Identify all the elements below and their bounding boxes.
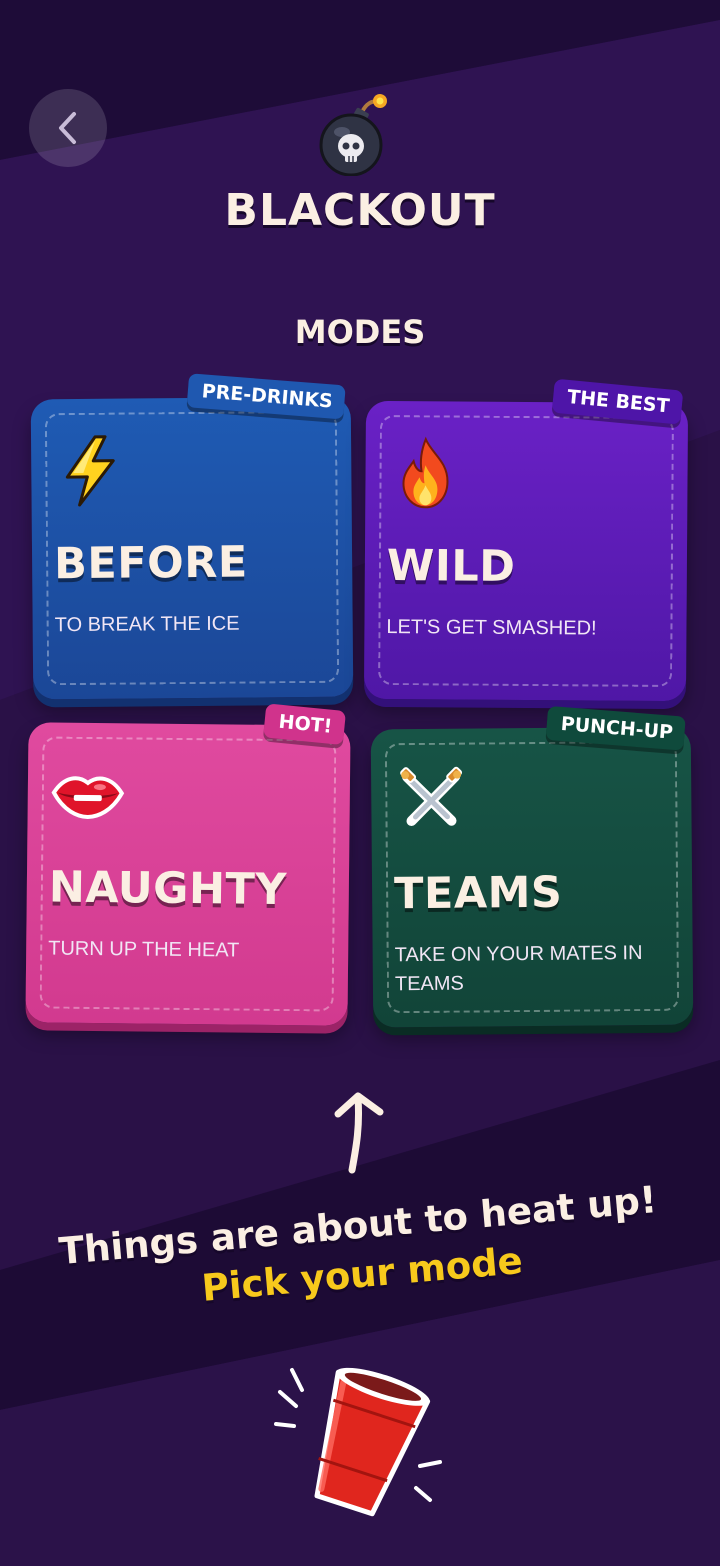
fire-icon xyxy=(402,436,449,509)
lips-icon xyxy=(51,776,125,819)
mode-description: LET'S GET SMASHED! xyxy=(386,616,597,640)
lightning-icon xyxy=(65,435,115,507)
crossed-swords-icon xyxy=(400,766,463,827)
mode-name: BEFORE xyxy=(53,537,248,590)
mode-badge: HOT! xyxy=(263,703,347,746)
mode-name: NAUGHTY xyxy=(48,862,288,916)
curved-arrow-up-icon xyxy=(334,1092,384,1174)
mode-name: WILD xyxy=(386,541,516,592)
red-cup-icon xyxy=(274,1367,442,1517)
mode-card-naughty[interactable]: HOT! NAUGHTY TURN UP THE HEAT xyxy=(25,703,351,1026)
bomb-skull-icon xyxy=(319,94,387,176)
mode-description: TO BREAK THE ICE xyxy=(54,612,240,637)
back-button[interactable] xyxy=(29,89,107,167)
mode-card-before[interactable]: PRE-DRINKS BEFORE TO BREAK THE ICE xyxy=(30,373,354,700)
mode-description: TURN UP THE HEAT xyxy=(48,937,240,962)
mode-card-wild[interactable]: THE BEST WILD LET'S GET SMASHED! xyxy=(363,378,689,702)
mode-name: TEAMS xyxy=(393,867,563,920)
mode-card-teams[interactable]: PUNCH-UP TEAMS TAKE ON YOUR MATES IN TEA… xyxy=(370,705,694,1028)
mode-description: TAKE ON YOUR MATES IN TEAMS xyxy=(394,942,643,996)
app-title: BLACKOUT xyxy=(224,185,496,236)
modes-title: MODES xyxy=(294,313,426,351)
chevron-left-icon xyxy=(59,112,76,144)
